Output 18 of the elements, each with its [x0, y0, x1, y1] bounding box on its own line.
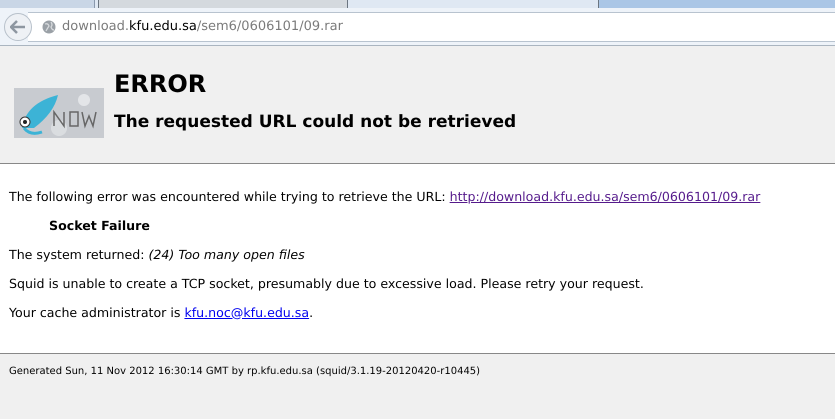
error-intro: The following error was encountered while trying to retrieve the URL: http://download.kfu.edu.sa/sem6/0606101/09.rar	[9, 188, 762, 206]
address-url: download.kfu.edu.sa/sem6/0606101/09.rar	[62, 18, 343, 36]
url-link[interactable]: http://download.kfu.edu.sa/sem6/0606101/09.rar	[450, 189, 760, 204]
back-arrow-icon	[10, 20, 26, 34]
error-subtitle: The requested URL could not be retrieved	[114, 111, 516, 134]
email-link[interactable]: kfu.noc@kfu.edu.sa	[184, 304, 310, 320]
browser-tab[interactable]	[598, 0, 835, 8]
back-button[interactable]	[4, 12, 32, 40]
address-field[interactable]: download.kfu.edu.sa/sem6/0606101/09.rar	[28, 12, 835, 42]
error-title: ERROR	[114, 70, 208, 98]
browser-tab[interactable]	[0, 0, 95, 8]
globe-icon	[42, 20, 56, 34]
browser-tab[interactable]	[98, 0, 348, 8]
footer-text: Generated Sun, 11 Nov 2012 16:30:14 GMT by rp.kfu.edu.sa (squid/3.1.19-20120420-r10445)	[9, 365, 482, 379]
system-returned: The system returned: (24) Too many open files	[9, 246, 306, 264]
admin-contact: Your cache administrator is kfu.noc@kfu.edu.sa.	[9, 304, 314, 322]
explanation: Squid is unable to create a TCP socket, presumably due to excessive load. Please retry your request.	[9, 274, 645, 293]
error-name: Socket Failure	[48, 216, 151, 235]
